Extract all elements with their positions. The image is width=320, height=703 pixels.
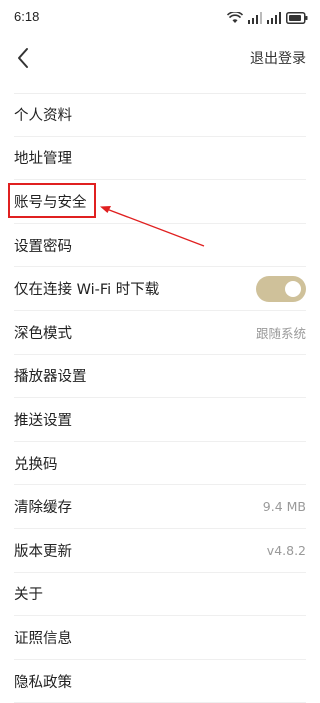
settings-item-label: 设置密码 (14, 238, 72, 255)
settings-item-clear-cache[interactable]: 清除缓存 9.4 MB (14, 485, 306, 529)
settings-item-dark-mode[interactable]: 深色模式 跟随系统 (14, 311, 306, 355)
back-icon[interactable] (14, 46, 34, 70)
status-bar: 6:18 (0, 0, 320, 36)
settings-item-label: 证照信息 (14, 630, 72, 647)
settings-item-about[interactable]: 关于 (14, 573, 306, 617)
settings-item-label: 关于 (14, 587, 43, 604)
settings-item-label: 清除缓存 (14, 500, 72, 517)
settings-item-version-update[interactable]: 版本更新 v4.8.2 (14, 529, 306, 573)
settings-item-redeem-code[interactable]: 兑换码 (14, 442, 306, 486)
status-time: 6:18 (14, 9, 40, 24)
cache-size-value: 9.4 MB (262, 499, 306, 515)
wifi-icon (227, 12, 243, 23)
settings-item-privacy[interactable]: 隐私政策 (14, 660, 306, 703)
settings-item-wifi-download: 仅在连接 Wi-Fi 时下载 (14, 267, 306, 311)
dark-mode-value: 跟随系统 (255, 325, 306, 341)
settings-item-set-password[interactable]: 设置密码 (14, 224, 306, 268)
settings-item-player[interactable]: 播放器设置 (14, 355, 306, 399)
settings-item-label: 隐私政策 (14, 674, 72, 691)
settings-item-profile[interactable]: 个人资料 (14, 93, 306, 137)
status-icons (227, 10, 308, 26)
nav-bar: 退出登录 (0, 36, 320, 80)
settings-item-label: 推送设置 (14, 412, 72, 429)
battery-icon (286, 12, 308, 24)
settings-item-label: 账号与安全 (14, 194, 87, 211)
settings-item-account-security[interactable]: 账号与安全 (14, 180, 306, 224)
settings-item-label: 地址管理 (14, 151, 72, 168)
settings-list: 个人资料 地址管理 账号与安全 设置密码 仅在连接 Wi-Fi 时下载 深色模式… (0, 93, 320, 703)
settings-item-label: 个人资料 (14, 107, 72, 124)
settings-item-label: 兑换码 (14, 456, 58, 473)
settings-item-label: 版本更新 (14, 543, 72, 560)
logout-button[interactable]: 退出登录 (250, 48, 306, 68)
settings-item-push[interactable]: 推送设置 (14, 398, 306, 442)
wifi-only-toggle[interactable] (256, 275, 306, 302)
signal-icon (248, 12, 262, 24)
settings-item-label: 仅在连接 Wi-Fi 时下载 (14, 282, 160, 299)
signal-icon (267, 12, 281, 24)
settings-item-licenses[interactable]: 证照信息 (14, 616, 306, 660)
settings-item-label: 播放器设置 (14, 369, 87, 386)
toggle-knob (285, 280, 301, 297)
settings-item-address[interactable]: 地址管理 (14, 137, 306, 181)
version-value: v4.8.2 (266, 542, 306, 558)
settings-item-label: 深色模式 (14, 325, 72, 342)
